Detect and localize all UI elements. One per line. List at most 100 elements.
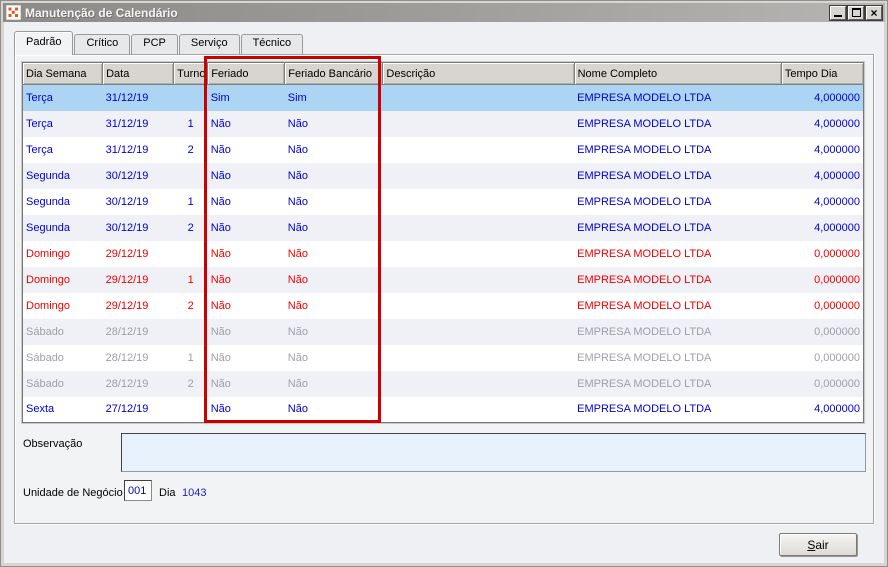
cell-data: 27/12/19 [102, 396, 174, 423]
dia-value: 1043 [182, 487, 207, 499]
cell-feriado_bancario: Não [284, 162, 383, 189]
table-row[interactable]: Terça 31/12/19 Sim Sim EMPRESA MODELO LTDA 4,… [22, 84, 864, 111]
tab-tecnico[interactable]: Técnico [240, 34, 304, 54]
cell-data: 29/12/19 [102, 240, 174, 267]
cell-feriado: Não [207, 162, 285, 189]
cell-data: 29/12/19 [102, 292, 174, 319]
cell-descricao [382, 292, 575, 319]
cell-feriado: Não [207, 318, 285, 345]
table-row[interactable]: Segunda 30/12/19 Não Não EMPRESA MODELO LTDA… [22, 162, 864, 189]
column-header[interactable]: Data [102, 62, 175, 85]
table-row[interactable]: Domingo 29/12/19 Não Não EMPRESA MODELO LTDA… [22, 240, 864, 267]
cell-data: 30/12/19 [102, 188, 174, 215]
cell-data: 31/12/19 [102, 84, 174, 111]
cell-descricao [382, 318, 575, 345]
grid-body: Terça 31/12/19 Sim Sim EMPRESA MODELO LTDA 4,… [22, 84, 864, 423]
sair-label-rest: air [815, 537, 829, 552]
column-header[interactable]: Turno [173, 62, 209, 85]
cell-nome_completo: EMPRESA MODELO LTDA [574, 370, 782, 397]
column-header[interactable]: Feriado Bancário [284, 62, 384, 85]
observacao-textarea[interactable] [121, 433, 866, 472]
cell-data: 31/12/19 [102, 136, 174, 163]
minimize-icon [834, 8, 842, 17]
cell-descricao [382, 240, 575, 267]
cell-turno [173, 240, 208, 267]
table-row[interactable]: Terça 31/12/19 1 Não Não EMPRESA MODELO LTDA 4… [22, 110, 864, 137]
tab-critico[interactable]: Crítico [74, 34, 131, 54]
cell-data: 28/12/19 [102, 370, 174, 397]
unidade-negocio-input[interactable] [124, 480, 152, 501]
titlebar[interactable]: Manutenção de Calendário × [3, 3, 885, 22]
cell-feriado_bancario: Sim [284, 84, 383, 111]
maximize-icon [851, 8, 861, 17]
table-row[interactable]: Terça 31/12/19 2 Não Não EMPRESA MODELO LTDA 4… [22, 136, 864, 163]
cell-tempo_dia: 0,000000 [781, 370, 864, 397]
table-row[interactable]: Segunda 30/12/19 1 Não Não EMPRESA MODELO LTD… [22, 188, 864, 215]
cell-tempo_dia: 0,000000 [781, 266, 864, 293]
unidade-negocio-label: Unidade de Negócio [23, 487, 123, 499]
cell-turno: 1 [173, 110, 208, 137]
column-header[interactable]: Tempo Dia [781, 62, 865, 85]
minimize-button[interactable] [830, 5, 846, 20]
cell-feriado_bancario: Não [284, 214, 383, 241]
cell-nome_completo: EMPRESA MODELO LTDA [574, 318, 782, 345]
cell-descricao [382, 370, 575, 397]
cell-dia_semana: Terça [22, 136, 103, 163]
cell-dia_semana: Sábado [22, 318, 103, 345]
cell-tempo_dia: 0,000000 [781, 240, 864, 267]
cell-data: 29/12/19 [102, 266, 174, 293]
close-button[interactable]: × [866, 5, 882, 20]
tab-padrao[interactable]: Padrão [14, 31, 74, 55]
column-header[interactable]: Nome Completo [574, 62, 782, 85]
cell-tempo_dia: 4,000000 [781, 188, 864, 215]
table-row[interactable]: Sábado 28/12/19 Não Não EMPRESA MODELO LTDA 0… [22, 318, 864, 345]
cell-feriado_bancario: Não [284, 136, 383, 163]
table-row[interactable]: Segunda 30/12/19 2 Não Não EMPRESA MODELO LTD… [22, 214, 864, 241]
table-row[interactable]: Domingo 29/12/19 1 Não Não EMPRESA MODELO LTD… [22, 266, 864, 293]
cell-dia_semana: Segunda [22, 162, 103, 189]
dia-label: Dia [159, 487, 176, 499]
cell-data: 30/12/19 [102, 162, 174, 189]
cell-turno [173, 318, 208, 345]
sair-button[interactable]: Sair [779, 533, 857, 556]
column-header[interactable]: Descrição [382, 62, 575, 85]
cell-descricao [382, 110, 575, 137]
cell-tempo_dia: 0,000000 [781, 318, 864, 345]
cell-feriado_bancario: Não [284, 188, 383, 215]
cell-feriado: Não [207, 110, 285, 137]
cell-tempo_dia: 0,000000 [781, 292, 864, 319]
cell-turno: 2 [173, 136, 208, 163]
cell-dia_semana: Sábado [22, 344, 103, 371]
cell-tempo_dia: 4,000000 [781, 110, 864, 137]
cell-feriado_bancario: Não [284, 110, 383, 137]
column-header[interactable]: Feriado [207, 62, 286, 85]
cell-feriado: Não [207, 188, 285, 215]
grid-header-row: Dia Semana Data Turno Feriado Feriado Bancár… [22, 62, 865, 85]
cell-turno [173, 162, 208, 189]
tab-pcp[interactable]: PCP [131, 34, 178, 54]
cell-feriado_bancario: Não [284, 396, 383, 423]
cell-turno: 2 [173, 370, 208, 397]
cell-nome_completo: EMPRESA MODELO LTDA [574, 136, 782, 163]
table-row[interactable]: Sábado 28/12/19 2 Não Não EMPRESA MODELO LTDA… [22, 370, 864, 397]
cell-feriado_bancario: Não [284, 370, 383, 397]
table-row[interactable]: Sábado 28/12/19 1 Não Não EMPRESA MODELO LTDA… [22, 344, 864, 371]
close-icon: × [870, 5, 878, 20]
column-header[interactable]: Dia Semana [22, 62, 104, 85]
cell-tempo_dia: 4,000000 [781, 162, 864, 189]
cell-data: 28/12/19 [102, 344, 174, 371]
cell-data: 30/12/19 [102, 214, 174, 241]
tab-servico[interactable]: Serviço [178, 34, 240, 54]
cell-tempo_dia: 4,000000 [781, 214, 864, 241]
maximize-button[interactable] [848, 5, 864, 20]
table-row[interactable]: Sexta 27/12/19 Não Não EMPRESA MODELO LTDA 4,… [22, 396, 864, 423]
cell-tempo_dia: 4,000000 [781, 84, 864, 111]
cell-turno: 2 [173, 292, 208, 319]
cell-turno: 1 [173, 188, 208, 215]
calendar-grid[interactable]: Dia Semana Data Turno Feriado Feriado Bancár… [22, 62, 865, 423]
table-row[interactable]: Domingo 29/12/19 2 Não Não EMPRESA MODELO LTD… [22, 292, 864, 319]
cell-dia_semana: Sexta [22, 396, 103, 423]
cell-nome_completo: EMPRESA MODELO LTDA [574, 110, 782, 137]
cell-nome_completo: EMPRESA MODELO LTDA [574, 266, 782, 293]
window-title: Manutenção de Calendário [25, 5, 178, 20]
